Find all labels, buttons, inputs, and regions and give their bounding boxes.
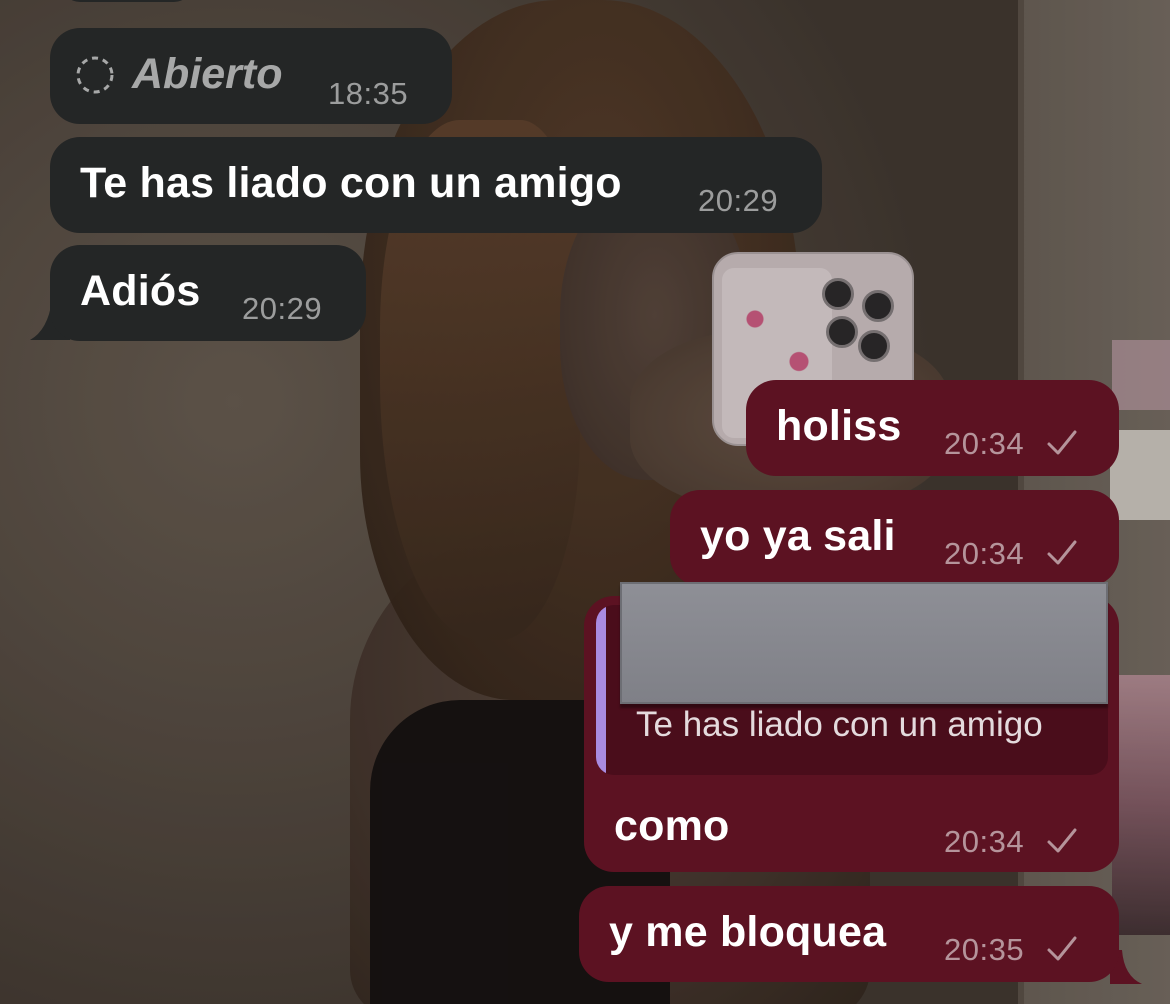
message-text: y me bloquea [609,908,887,956]
message-text: Te has liado con un amigo [80,159,622,207]
quote-accent-bar [596,605,606,775]
message-time: 20:29 [242,291,323,326]
sent-check-icon [1047,936,1077,961]
message-text: yo ya sali [700,512,896,560]
incoming-message-bubble[interactable]: Adiós 20:29 [50,245,366,341]
status-message-text: Abierto [132,50,283,98]
previous-message-edge [62,0,192,2]
quoted-message-text: Te has liado con un amigo [636,705,1043,744]
incoming-message-bubble[interactable]: Te has liado con un amigo 20:29 [50,137,822,233]
redaction-box [620,582,1108,704]
outgoing-message-bubble[interactable]: holiss 20:34 [746,380,1119,476]
sent-check-icon [1047,540,1077,565]
message-time: 20:34 [944,824,1025,859]
sent-check-icon [1047,828,1077,853]
message-text: Adiós [80,267,201,315]
chat-thread[interactable]: Abierto 18:35 Te has liado con un amigo … [0,0,1170,1004]
loading-circle-icon [76,56,114,94]
sent-check-icon [1047,430,1077,455]
outgoing-message-bubble[interactable]: y me bloquea 20:35 [579,886,1119,982]
message-time: 20:34 [944,426,1025,461]
message-text: como [614,802,730,850]
message-time: 18:35 [328,76,409,111]
outgoing-message-bubble[interactable]: yo ya sali 20:34 [670,490,1119,586]
message-time: 20:35 [944,932,1025,967]
message-text: holiss [776,402,902,450]
message-time: 20:34 [944,536,1025,571]
message-time: 20:29 [698,183,779,218]
